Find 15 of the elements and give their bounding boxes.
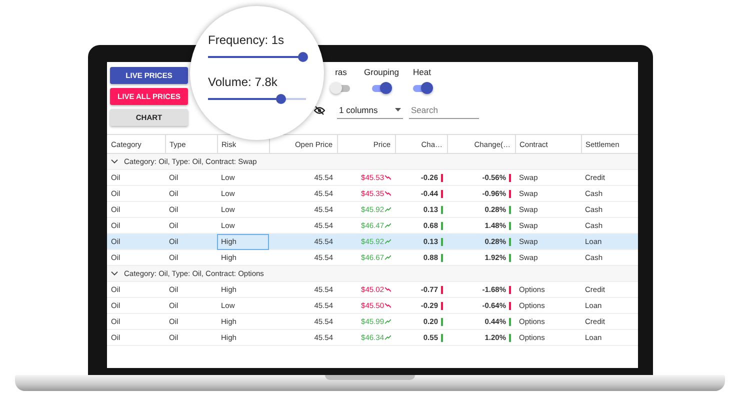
slider[interactable]	[208, 51, 306, 63]
caret-icon	[395, 108, 401, 112]
chevron-icon[interactable]	[111, 159, 118, 164]
toggle-label: Grouping	[364, 67, 399, 77]
toggle-switch[interactable]	[330, 82, 352, 94]
columns-dropdown[interactable]: 1 columns	[337, 102, 403, 118]
toggle-label: ras	[335, 67, 347, 77]
eye-slash-icon[interactable]	[314, 106, 325, 115]
slider-label: Volume: 7.8k	[208, 75, 278, 89]
chevron-icon[interactable]	[111, 271, 118, 276]
slider-label: Frequency: 1s	[208, 33, 286, 47]
toggle-switch[interactable]	[370, 82, 392, 94]
toggle-switch[interactable]	[410, 82, 433, 94]
slider[interactable]	[208, 93, 306, 105]
toggle-label: Heat	[412, 67, 431, 77]
